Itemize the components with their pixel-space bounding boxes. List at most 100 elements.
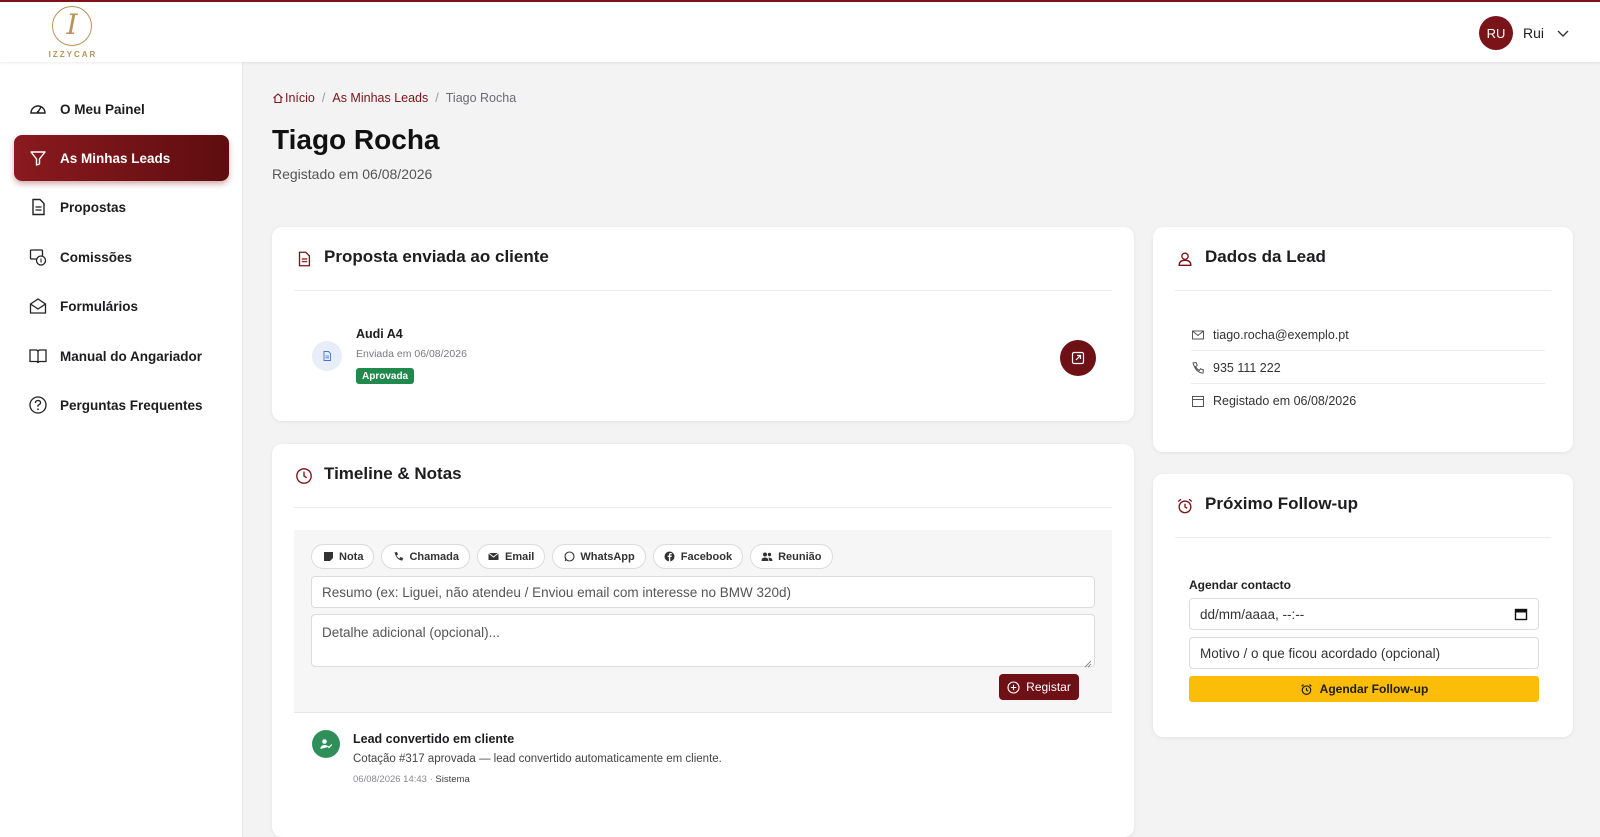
sidebar-item-commissions[interactable]: Comissões bbox=[14, 234, 229, 280]
open-proposal-button[interactable] bbox=[1060, 340, 1096, 376]
proposal-card: Proposta enviada ao cliente Audi A4 Envi… bbox=[272, 227, 1134, 421]
lead-data-card-title: Dados da Lead bbox=[1205, 247, 1326, 266]
calendar-icon[interactable] bbox=[1514, 607, 1528, 621]
sidebar: O Meu Painel As Minhas Leads Propostas C… bbox=[0, 62, 243, 837]
sidebar-item-label: Perguntas Frequentes bbox=[60, 397, 203, 413]
user-menu[interactable]: RU Rui bbox=[1478, 16, 1570, 50]
sidebar-item-label: Comissões bbox=[60, 249, 133, 265]
note-composer: Nota Chamada Email WhatsApp Facebook Reu… bbox=[294, 530, 1112, 713]
sidebar-item-proposals[interactable]: Propostas bbox=[14, 184, 229, 230]
sidebar-item-dashboard[interactable]: O Meu Painel bbox=[14, 86, 229, 132]
timeline-entry-meta: 06/08/2026 14:43 · Sistema bbox=[353, 774, 470, 785]
chip-label: Facebook bbox=[680, 550, 733, 563]
chip-label: Email bbox=[504, 550, 535, 563]
followup-card: Próximo Follow-up Agendar contacto dd/mm… bbox=[1153, 474, 1573, 737]
proposal-card-header: Proposta enviada ao cliente bbox=[294, 247, 1112, 291]
chip-meeting[interactable]: Reunião bbox=[750, 544, 833, 569]
plus-circle-icon bbox=[1007, 680, 1020, 694]
alarm-clock-icon bbox=[1300, 683, 1313, 696]
chip-email[interactable]: Email bbox=[476, 544, 546, 569]
chip-facebook[interactable]: Facebook bbox=[652, 544, 744, 569]
detail-placeholder: Detalhe adicional (opcional)... bbox=[322, 625, 500, 640]
envelope-icon bbox=[488, 551, 500, 563]
user-name[interactable]: Rui bbox=[1523, 25, 1544, 41]
lead-phone-row: 935 111 222 bbox=[1191, 352, 1545, 384]
proposal-car: Audi A4 bbox=[356, 327, 403, 341]
timeline-entry-date: 06/08/2026 14:43 bbox=[353, 774, 427, 785]
lead-email[interactable]: tiago.rocha@exemplo.pt bbox=[1213, 328, 1349, 342]
sidebar-item-label: Manual do Angariador bbox=[60, 348, 203, 364]
logo-initial: I bbox=[66, 8, 78, 41]
top-bar: I IZZYCAR RU Rui bbox=[0, 0, 1600, 62]
funnel-icon bbox=[28, 148, 48, 168]
lead-phone[interactable]: 935 111 222 bbox=[1213, 361, 1281, 375]
sidebar-item-label: O Meu Painel bbox=[60, 101, 145, 117]
timeline-entry-text: Cotação #317 aprovada — lead convertido … bbox=[353, 753, 722, 765]
sidebar-item-manual[interactable]: Manual do Angariador bbox=[14, 333, 229, 379]
followup-card-title: Próximo Follow-up bbox=[1205, 494, 1358, 513]
breadcrumb-leads[interactable]: As Minhas Leads bbox=[332, 91, 428, 105]
page-title: Tiago Rocha bbox=[272, 124, 440, 155]
followup-reason-input[interactable]: Motivo / o que ficou acordado (opcional) bbox=[1189, 637, 1539, 669]
timeline-entry-title: Lead convertido em cliente bbox=[353, 732, 515, 746]
sidebar-item-forms[interactable]: Formulários bbox=[14, 283, 229, 329]
clock-icon bbox=[294, 466, 314, 486]
user-icon bbox=[1175, 249, 1195, 269]
note-type-chips: Nota Chamada Email WhatsApp Facebook Reu… bbox=[311, 544, 840, 569]
question-icon bbox=[28, 395, 48, 415]
lead-registered-row: Registado em 06/08/2026 bbox=[1191, 385, 1545, 417]
status-badge: Aprovada bbox=[356, 368, 415, 384]
followup-datetime-placeholder: dd/mm/aaaa, --:-- bbox=[1200, 606, 1305, 622]
lead-data-card-header: Dados da Lead bbox=[1175, 247, 1551, 291]
breadcrumb-separator: / bbox=[435, 91, 439, 105]
chevron-down-icon[interactable] bbox=[1556, 26, 1570, 40]
logo-wordmark: IZZYCAR bbox=[48, 50, 98, 59]
izzycar-logo[interactable]: I IZZYCAR bbox=[46, 6, 100, 60]
phone-icon bbox=[1191, 361, 1205, 375]
followup-card-header: Próximo Follow-up bbox=[1175, 494, 1551, 538]
breadcrumb-home[interactable]: Início bbox=[285, 91, 315, 105]
followup-datetime-input[interactable]: dd/mm/aaaa, --:-- bbox=[1189, 598, 1539, 630]
document-icon bbox=[294, 249, 314, 269]
people-icon bbox=[761, 551, 773, 563]
user-check-icon bbox=[312, 730, 340, 758]
schedule-followup-button[interactable]: Agendar Follow-up bbox=[1189, 676, 1539, 702]
sidebar-item-label: Propostas bbox=[60, 199, 127, 215]
avatar[interactable]: RU bbox=[1478, 16, 1513, 50]
file-icon bbox=[312, 341, 342, 371]
sidebar-item-faq[interactable]: Perguntas Frequentes bbox=[14, 382, 229, 428]
schedule-followup-label: Agendar Follow-up bbox=[1319, 682, 1429, 696]
breadcrumb-current: Tiago Rocha bbox=[445, 91, 517, 105]
calendar-icon bbox=[1191, 394, 1205, 408]
register-label: Registar bbox=[1026, 680, 1071, 694]
facebook-icon bbox=[664, 551, 676, 563]
chip-label: Nota bbox=[339, 550, 364, 563]
detail-textarea[interactable]: Detalhe adicional (opcional)... bbox=[311, 614, 1095, 668]
breadcrumb-separator: / bbox=[321, 91, 326, 105]
home-icon[interactable] bbox=[272, 92, 284, 104]
sidebar-item-leads[interactable]: As Minhas Leads bbox=[14, 135, 229, 181]
summary-input[interactable]: Resumo (ex: Liguei, não atendeu / Enviou… bbox=[311, 576, 1095, 608]
speedometer-icon bbox=[28, 99, 48, 119]
envelope-icon bbox=[1191, 328, 1205, 342]
timeline-card: Timeline & Notas Nota Chamada Email What… bbox=[272, 444, 1134, 837]
commission-icon bbox=[28, 247, 48, 267]
followup-label: Agendar contacto bbox=[1189, 578, 1292, 592]
lead-data-card: Dados da Lead tiago.rocha@exemplo.pt 935… bbox=[1153, 227, 1573, 452]
resize-handle-icon[interactable] bbox=[1084, 656, 1092, 668]
register-button[interactable]: Registar bbox=[999, 674, 1079, 700]
chip-note[interactable]: Nota bbox=[311, 544, 375, 569]
document-icon bbox=[28, 197, 48, 217]
chip-label: WhatsApp bbox=[580, 550, 635, 563]
lead-registered: Registado em 06/08/2026 bbox=[1213, 394, 1357, 408]
book-icon bbox=[28, 346, 48, 366]
sidebar-item-label: Formulários bbox=[60, 298, 139, 314]
sidebar-item-label: As Minhas Leads bbox=[60, 150, 171, 166]
timeline-entry-author: Sistema bbox=[435, 774, 470, 785]
page-subtitle: Registado em 06/08/2026 bbox=[272, 166, 433, 182]
chip-label: Chamada bbox=[409, 550, 459, 563]
breadcrumb: Início / As Minhas Leads / Tiago Rocha bbox=[272, 91, 516, 105]
chip-whatsapp[interactable]: WhatsApp bbox=[552, 544, 646, 569]
external-link-icon bbox=[1070, 350, 1086, 366]
chip-call[interactable]: Chamada bbox=[381, 544, 470, 569]
